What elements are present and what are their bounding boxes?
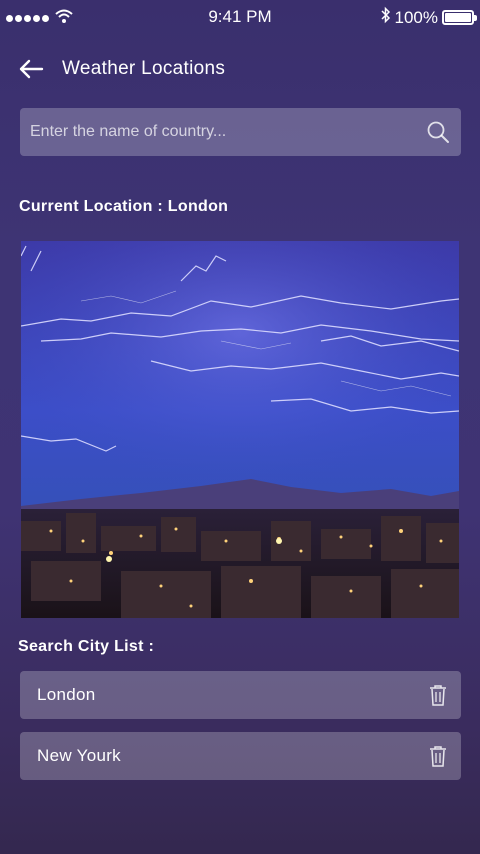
trash-icon[interactable] [427, 743, 449, 769]
battery-icon [442, 10, 477, 25]
city-name: London [37, 685, 96, 704]
city-list-item-new-yourk[interactable]: New Yourk [20, 732, 461, 780]
city-list-label: Search City List : [18, 638, 155, 655]
location-photo [21, 241, 459, 618]
status-bar: 9:41 PM 100% [0, 0, 480, 32]
header: Weather Locations [18, 55, 225, 83]
search-input[interactable] [30, 123, 425, 141]
arrow-left-icon[interactable] [18, 57, 46, 81]
city-name: New Yourk [37, 746, 121, 765]
search-icon[interactable] [425, 119, 451, 145]
status-right: 100% [380, 6, 477, 29]
bluetooth-icon [380, 6, 391, 29]
page-title: Weather Locations [62, 58, 226, 79]
search-box [20, 108, 461, 156]
current-location-label: Current Location : London [19, 198, 229, 215]
city-list-item-london[interactable]: London [20, 671, 461, 719]
trash-icon[interactable] [427, 682, 449, 708]
battery-percent: 100% [394, 7, 438, 27]
